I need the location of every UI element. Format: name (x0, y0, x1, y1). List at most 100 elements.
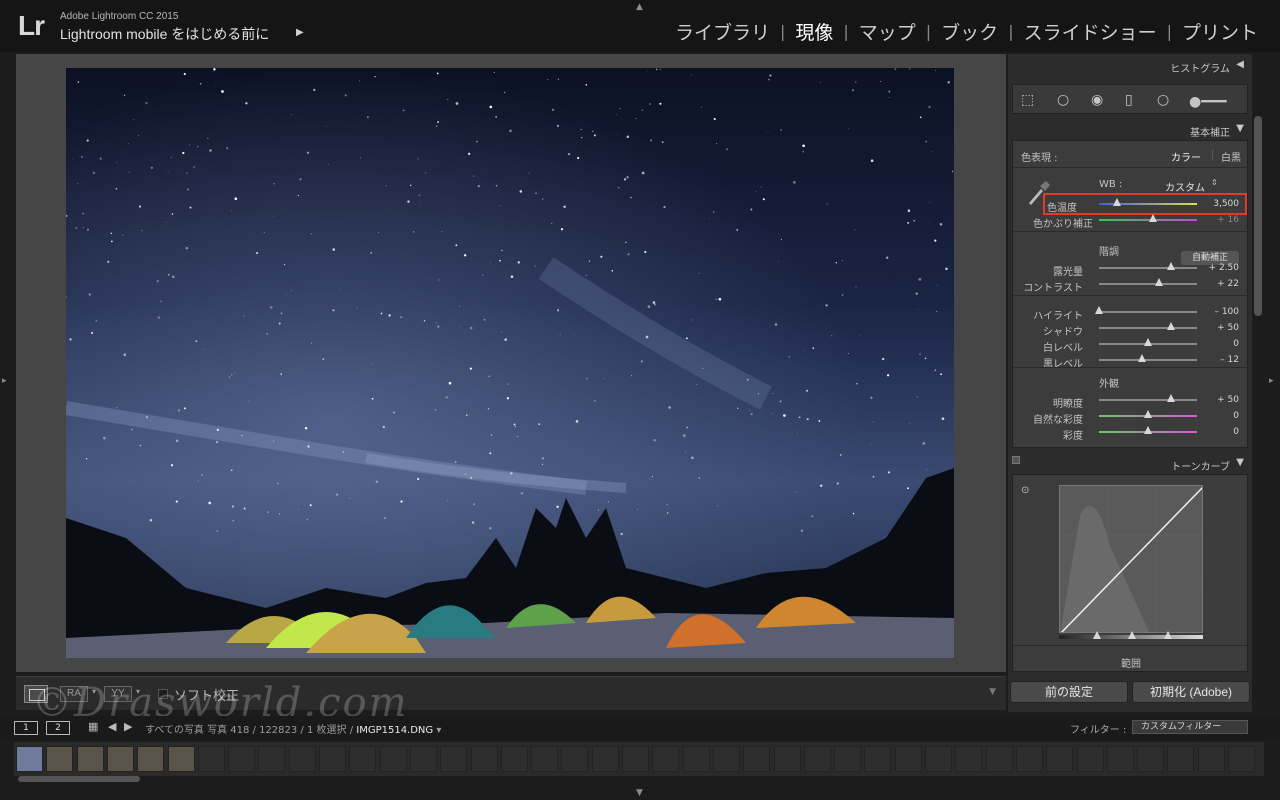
range-thumb-highlights[interactable] (1164, 631, 1172, 639)
slider-track[interactable] (1099, 327, 1197, 329)
adjustment-brush-icon[interactable]: ●━━━ (1189, 94, 1227, 110)
targeted-adjustment-icon[interactable]: ⊙ (1021, 485, 1029, 496)
spot-removal-icon[interactable]: ○ (1057, 92, 1069, 108)
filmstrip-thumbnail[interactable] (500, 746, 528, 772)
filter-select[interactable]: カスタムフィルター (1132, 720, 1248, 734)
slider-thumb[interactable] (1166, 262, 1175, 270)
module-map[interactable]: マップ (859, 18, 916, 45)
filmstrip-thumbnail[interactable] (1015, 746, 1043, 772)
filmstrip-thumbnail[interactable] (1106, 746, 1134, 772)
filmstrip-thumbnail[interactable] (76, 746, 104, 772)
filmstrip-thumbnail[interactable] (803, 746, 831, 772)
filmstrip-thumbnail[interactable] (985, 746, 1013, 772)
filmstrip-thumbnail[interactable] (440, 746, 468, 772)
filmstrip-thumbnail[interactable] (773, 746, 801, 772)
slider-track[interactable] (1099, 399, 1197, 401)
filmstrip-thumbnail[interactable] (319, 746, 346, 772)
slider-value[interactable]: – 100 (1189, 307, 1239, 317)
filmstrip-thumbnail[interactable] (652, 746, 680, 772)
collapse-filmstrip-icon[interactable]: ▼ (636, 788, 643, 798)
slider-track[interactable] (1099, 283, 1197, 285)
treatment-color-button[interactable]: カラー (1171, 149, 1201, 164)
filmstrip-thumbnail[interactable] (349, 746, 377, 772)
tint-value[interactable]: + 16 (1189, 215, 1239, 225)
expand-left-panel-icon[interactable]: ▸ (2, 376, 7, 386)
slider-track[interactable] (1099, 267, 1197, 269)
filmstrip-thumbnail[interactable] (470, 746, 498, 772)
module-print[interactable]: プリント (1182, 18, 1258, 45)
slider-thumb[interactable] (1138, 354, 1147, 362)
slider-track[interactable] (1099, 311, 1197, 313)
filmstrip-thumbnail[interactable] (16, 746, 43, 772)
filmstrip-thumbnail[interactable] (167, 746, 195, 772)
module-develop[interactable]: 現像 (795, 18, 833, 45)
graduated-filter-icon[interactable]: ▯ (1125, 92, 1133, 108)
slider-thumb[interactable] (1166, 322, 1175, 330)
treatment-bw-button[interactable]: 白黒 (1221, 149, 1241, 164)
slider-value[interactable]: 0 (1189, 339, 1239, 349)
filmstrip-thumbnail[interactable] (955, 746, 983, 772)
slider-value[interactable]: + 50 (1189, 395, 1239, 405)
filmstrip-thumbnail[interactable] (46, 746, 74, 772)
toolbar-options-icon[interactable]: ▼ (989, 687, 996, 697)
range-thumb-shadows[interactable] (1093, 631, 1101, 639)
filmstrip-thumbnail[interactable] (1137, 746, 1165, 772)
slider-value[interactable]: + 22 (1189, 279, 1239, 289)
previous-settings-button[interactable]: 前の設定 (1010, 681, 1128, 703)
panel-toggle-icon[interactable] (1012, 456, 1020, 464)
right-panel-scrollbar[interactable] (1254, 116, 1262, 316)
filmstrip-thumbnail[interactable] (864, 746, 892, 772)
slider-thumb[interactable] (1144, 338, 1152, 346)
stepper-icon[interactable]: ⇕ (1211, 178, 1218, 187)
filmstrip-thumbnail[interactable] (1046, 746, 1074, 772)
tone-curve-graph[interactable] (1059, 485, 1203, 633)
filmstrip-thumbnail[interactable] (258, 746, 286, 772)
filmstrip-thumbnail[interactable] (1167, 746, 1195, 772)
filmstrip-source-info[interactable]: すべての写真 写真 418 / 122823 / 1 枚選択 / IMGP151… (145, 721, 441, 736)
filmstrip-thumbnail[interactable] (712, 746, 740, 772)
slider-thumb[interactable] (1144, 426, 1152, 434)
filmstrip-thumbnail[interactable] (682, 746, 710, 772)
slider-value[interactable]: 0 (1189, 411, 1239, 421)
filmstrip-thumbnail[interactable] (743, 746, 771, 772)
filmstrip-thumbnail[interactable] (1228, 746, 1255, 772)
forward-arrow-icon[interactable]: ▶ (124, 720, 132, 733)
filmstrip-thumbnail[interactable] (531, 746, 559, 772)
filmstrip-thumbnail[interactable] (409, 746, 437, 772)
reset-adobe-button[interactable]: 初期化 (Adobe) (1132, 681, 1250, 703)
tint-slider-thumb[interactable] (1148, 214, 1157, 222)
slider-value[interactable]: 0 (1189, 427, 1239, 437)
crop-tool-icon[interactable]: ⬚ (1021, 92, 1034, 108)
primary-screen-button[interactable]: 1 (14, 721, 38, 735)
play-icon[interactable]: ▶ (296, 27, 304, 38)
slider-thumb[interactable] (1154, 278, 1163, 286)
secondary-screen-button[interactable]: 2 (46, 721, 70, 735)
radial-filter-icon[interactable]: ○ (1157, 92, 1169, 108)
collapse-top-panel-icon[interactable]: ▲ (636, 2, 643, 12)
range-thumb-midtones[interactable] (1128, 631, 1136, 639)
back-arrow-icon[interactable]: ◀ (108, 720, 116, 733)
filmstrip-thumbnail[interactable] (1197, 746, 1225, 772)
red-eye-icon[interactable]: ◉ (1091, 92, 1103, 108)
slider-value[interactable]: – 12 (1189, 355, 1239, 365)
filmstrip-thumbnail[interactable] (106, 746, 134, 772)
filmstrip-thumbnail[interactable] (591, 746, 619, 772)
collapse-right-panel-icon[interactable]: ▸ (1269, 376, 1274, 386)
wb-select[interactable]: カスタム (1165, 179, 1205, 194)
filmstrip-thumbnail[interactable] (622, 746, 649, 772)
filmstrip-thumbnail[interactable] (197, 746, 225, 772)
photo-preview[interactable] (66, 68, 954, 658)
filmstrip-thumbnail[interactable] (834, 746, 862, 772)
filmstrip-thumbnail[interactable] (228, 746, 256, 772)
filmstrip-thumbnail[interactable] (1076, 746, 1104, 772)
filmstrip-thumbnail[interactable] (288, 746, 316, 772)
filmstrip-thumbnail[interactable] (925, 746, 952, 772)
filmstrip-thumbnail[interactable] (379, 746, 407, 772)
basic-panel-header[interactable]: 基本補正 ▼ (1008, 120, 1252, 140)
slider-thumb[interactable] (1144, 410, 1152, 418)
grid-icon[interactable]: ▦ (88, 720, 98, 733)
module-slideshow[interactable]: スライドショー (1024, 18, 1157, 45)
temperature-value[interactable]: 3,500 (1189, 199, 1239, 209)
module-library[interactable]: ライブラリ (675, 18, 770, 45)
identity-plate[interactable]: Lightroom mobile をはじめる前に (60, 24, 269, 44)
